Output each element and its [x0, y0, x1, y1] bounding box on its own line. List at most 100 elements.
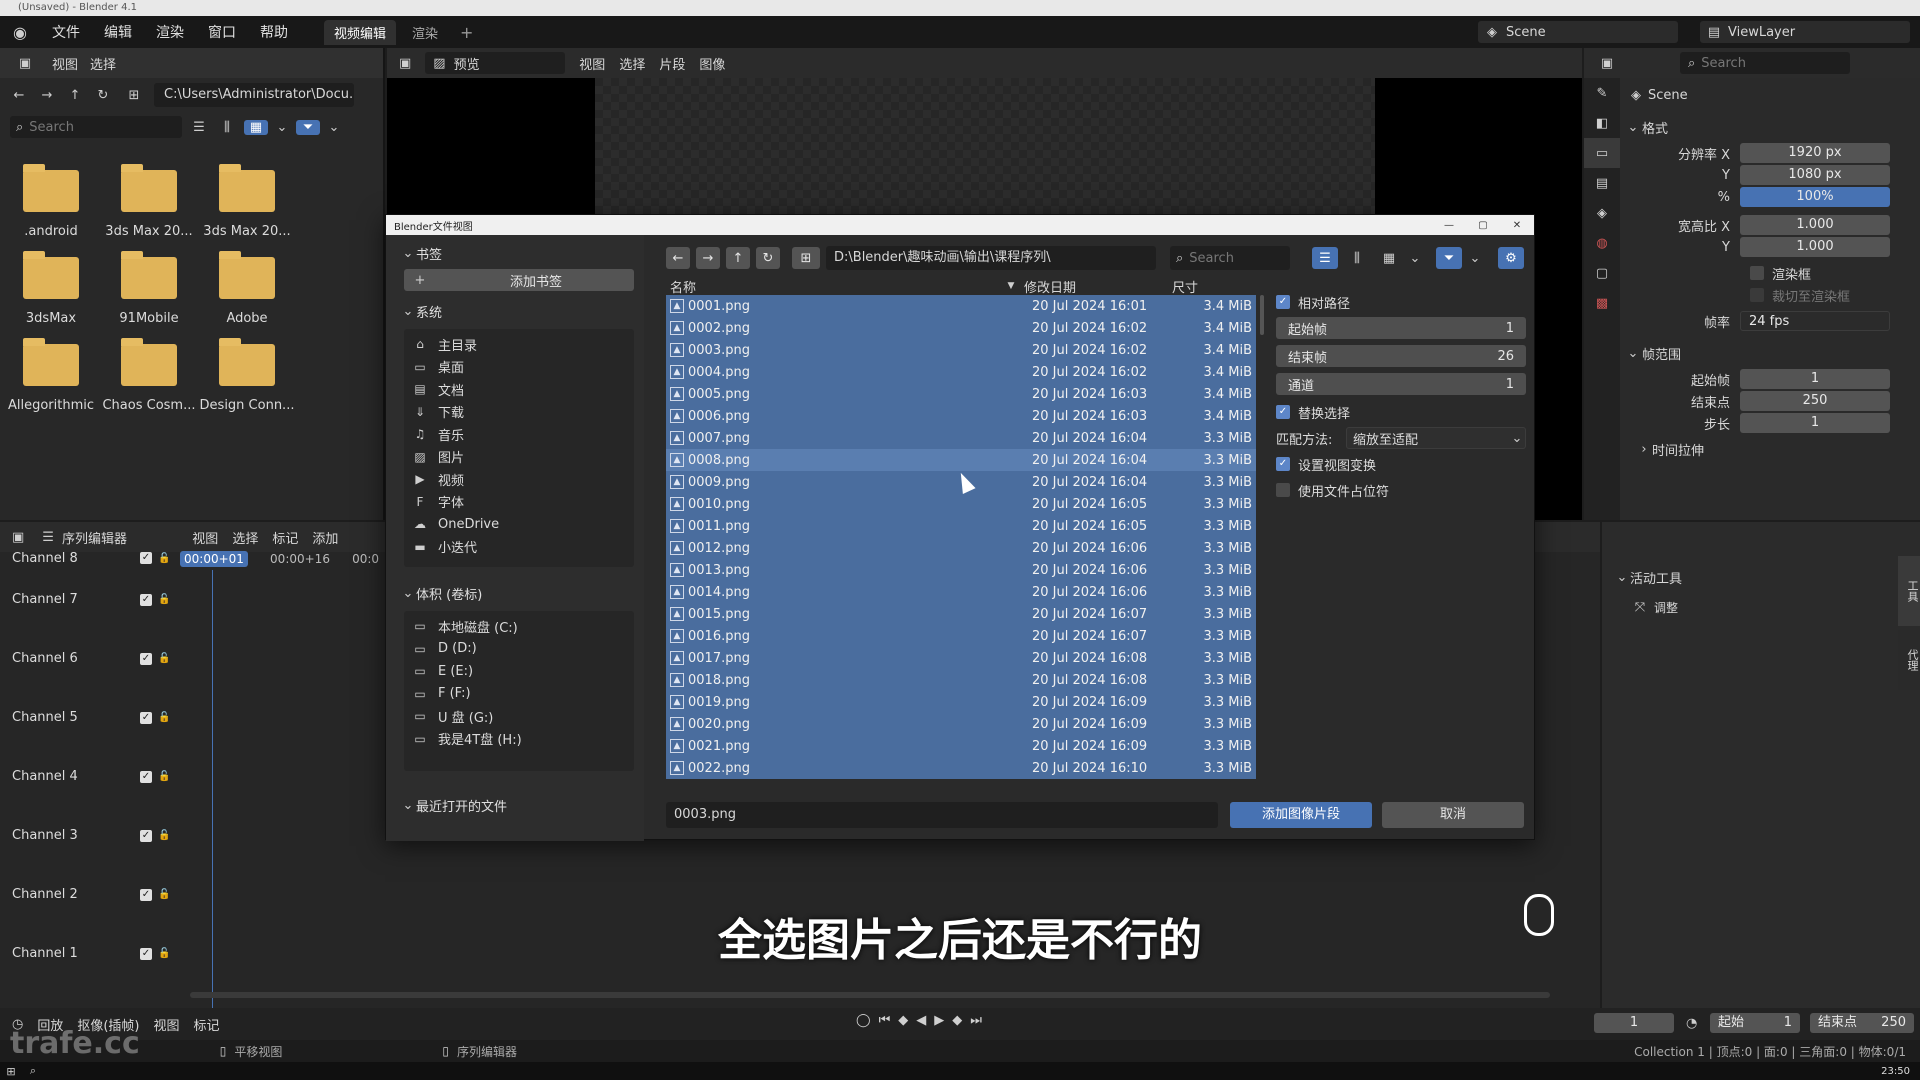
file-row[interactable]: ▲ 0020.png 20 Jul 2024 16:09 3.3 MiB	[666, 713, 1256, 735]
menu-window[interactable]: 窗口	[196, 22, 248, 42]
start-frame-field[interactable]: 起始帧 1	[1276, 317, 1526, 339]
channel-mute-checkbox[interactable]: ✓	[140, 552, 152, 564]
workspace-tab-render[interactable]: 渲染	[402, 20, 448, 45]
file-row[interactable]: ▲ 0010.png 20 Jul 2024 16:05 3.3 MiB	[666, 493, 1256, 515]
sidebar-tab-tool[interactable]: 工具	[1898, 556, 1920, 626]
chevron-down-icon[interactable]: ⌄	[1408, 251, 1422, 266]
record-icon[interactable]: ◯	[856, 1013, 871, 1028]
folder-item[interactable]: Chaos Cosm...	[100, 338, 198, 413]
frame-step-field[interactable]: 1	[1740, 413, 1890, 433]
seq-menu-select[interactable]: 选择	[232, 528, 258, 547]
view-layer-icon[interactable]: ▤	[1584, 168, 1620, 198]
scene-icon[interactable]: ◈	[1584, 198, 1620, 228]
fb-menu-select[interactable]: 选择	[90, 54, 116, 73]
filter-icon[interactable]: ⏷	[296, 119, 320, 135]
editor-type-icon[interactable]: ▣	[399, 56, 411, 71]
prev-keyframe-icon[interactable]: ◆	[898, 1013, 908, 1028]
system-item-desktop[interactable]: ▭ 桌面	[404, 356, 634, 379]
end-frame-field[interactable]: 结束点 250	[1810, 1013, 1914, 1033]
blender-logo-icon[interactable]: ◉	[0, 23, 40, 42]
column-size[interactable]: 尺寸	[1160, 277, 1198, 296]
forward-icon[interactable]: →	[696, 247, 720, 269]
parent-dir-icon[interactable]: ↑	[64, 88, 86, 103]
add-image-strip-button[interactable]: 添加图像片段	[1230, 802, 1372, 828]
add-bookmark-button[interactable]: + 添加书签	[404, 269, 634, 291]
folder-item[interactable]: .android	[2, 164, 100, 239]
volume-item[interactable]: ▭ D (D:)	[404, 638, 634, 661]
gear-icon[interactable]: ⚙	[1498, 247, 1524, 269]
world-icon[interactable]: ◍	[1584, 228, 1620, 258]
res-y-field[interactable]: 1080 px	[1740, 165, 1890, 185]
sort-down-icon[interactable]: ▼	[1006, 281, 1016, 291]
aspect-y-field[interactable]: 1.000	[1740, 237, 1890, 257]
volumes-section-header[interactable]: ⌄ 体积 (卷标)	[386, 581, 644, 605]
file-row[interactable]: ▲ 0007.png 20 Jul 2024 16:04 3.3 MiB	[666, 427, 1256, 449]
file-row[interactable]: ▲ 0005.png 20 Jul 2024 16:03 3.4 MiB	[666, 383, 1256, 405]
collection-icon[interactable]: ▢	[1584, 258, 1620, 288]
menu-help[interactable]: 帮助	[248, 22, 300, 42]
folder-item[interactable]: 3ds Max 20...	[100, 164, 198, 239]
lock-icon[interactable]: 🔓	[158, 889, 170, 900]
file-row[interactable]: ▲ 0019.png 20 Jul 2024 16:09 3.3 MiB	[666, 691, 1256, 713]
preview-mode-dropdown[interactable]: ▨ 预览	[425, 52, 566, 74]
channel-mute-checkbox[interactable]: ✓	[140, 829, 152, 842]
crop-checkbox[interactable]	[1750, 288, 1764, 302]
active-tool-item[interactable]: ⤧ 调整	[1602, 592, 1920, 622]
lock-icon[interactable]: 🔓	[158, 594, 170, 605]
system-item-videos[interactable]: ▶ 视频	[404, 468, 634, 491]
end-frame-field[interactable]: 结束帧 26	[1276, 345, 1526, 367]
jump-end-icon[interactable]: ⏭	[970, 1013, 982, 1028]
fb-path-field[interactable]: C:\Users\Administrator\Docu...	[154, 83, 354, 107]
seq-menu-view[interactable]: 视图	[192, 528, 218, 547]
thumbnail-view-icon[interactable]: ▦	[1376, 247, 1402, 269]
preview-menu-image[interactable]: 图像	[699, 54, 725, 73]
column-name[interactable]: 名称	[666, 277, 1006, 296]
maximize-icon[interactable]: ▢	[1466, 220, 1500, 231]
start-icon[interactable]: ⊞	[0, 1065, 22, 1078]
start-frame-field[interactable]: 起始 1	[1710, 1013, 1800, 1033]
file-row[interactable]: ▲ 0011.png 20 Jul 2024 16:05 3.3 MiB	[666, 515, 1256, 537]
columns-view-icon[interactable]: ⫼	[216, 120, 238, 135]
preview-canvas[interactable]	[595, 78, 1375, 218]
fit-method-dropdown[interactable]: 缩放至适配 ⌄	[1346, 427, 1526, 449]
close-icon[interactable]: ✕	[1500, 220, 1534, 231]
texture-icon[interactable]: ▩	[1584, 288, 1620, 318]
file-row[interactable]: ▲ 0002.png 20 Jul 2024 16:02 3.4 MiB	[666, 317, 1256, 339]
seq-menu-marker[interactable]: 标记	[272, 528, 298, 547]
preview-menu-strip[interactable]: 片段	[659, 54, 685, 73]
frame-start-field[interactable]: 1	[1740, 369, 1890, 389]
lock-icon[interactable]: 🔓	[158, 771, 170, 782]
lock-icon[interactable]: 🔓	[158, 653, 170, 664]
chevron-down-icon[interactable]: ⌄	[1468, 251, 1482, 266]
play-icon[interactable]: ▶	[934, 1013, 944, 1028]
frame-range-section-header[interactable]: ⌄ 帧范围	[1624, 338, 1916, 368]
refresh-icon[interactable]: ↻	[756, 247, 780, 269]
file-row[interactable]: ▲ 0021.png 20 Jul 2024 16:09 3.3 MiB	[666, 735, 1256, 757]
tool-icon[interactable]: ✎	[1584, 78, 1620, 108]
channel-mute-checkbox[interactable]: ✓	[140, 711, 152, 724]
list-view-icon[interactable]: ☰	[188, 120, 210, 135]
add-workspace-icon[interactable]: +	[460, 23, 473, 42]
lock-icon[interactable]: 🔓	[158, 712, 170, 723]
forward-icon[interactable]: →	[36, 88, 58, 103]
volume-item[interactable]: ▭ 本地磁盘 (C:)	[404, 615, 634, 638]
menu-render[interactable]: 渲染	[144, 22, 196, 42]
channel-mute-checkbox[interactable]: ✓	[140, 593, 152, 606]
lock-icon[interactable]: 🔓	[158, 830, 170, 841]
parent-dir-icon[interactable]: ↑	[726, 247, 750, 269]
next-keyframe-icon[interactable]: ◆	[952, 1013, 962, 1028]
list-view-icon[interactable]: ☰	[1312, 247, 1338, 269]
system-section-header[interactable]: ⌄ 系统	[386, 299, 644, 323]
system-item-documents[interactable]: ▤ 文档	[404, 378, 634, 401]
folder-item[interactable]: 3dsMax	[2, 251, 100, 326]
folder-item[interactable]: 3ds Max 20...	[198, 164, 296, 239]
folder-item[interactable]: Design Conn...	[198, 338, 296, 413]
file-list-scrollbar[interactable]	[1260, 295, 1264, 335]
file-row[interactable]: ▲ 0012.png 20 Jul 2024 16:06 3.3 MiB	[666, 537, 1256, 559]
timeline-menu-marker[interactable]: 标记	[194, 1015, 220, 1034]
time-stretch-section-header[interactable]: › 时间拉伸	[1624, 434, 1916, 464]
set-view-transform-checkbox[interactable]: ✓	[1276, 457, 1290, 471]
menu-edit[interactable]: 编辑	[92, 22, 144, 42]
minimize-icon[interactable]: —	[1432, 220, 1466, 231]
folder-item[interactable]: Allegorithmic	[2, 338, 100, 413]
